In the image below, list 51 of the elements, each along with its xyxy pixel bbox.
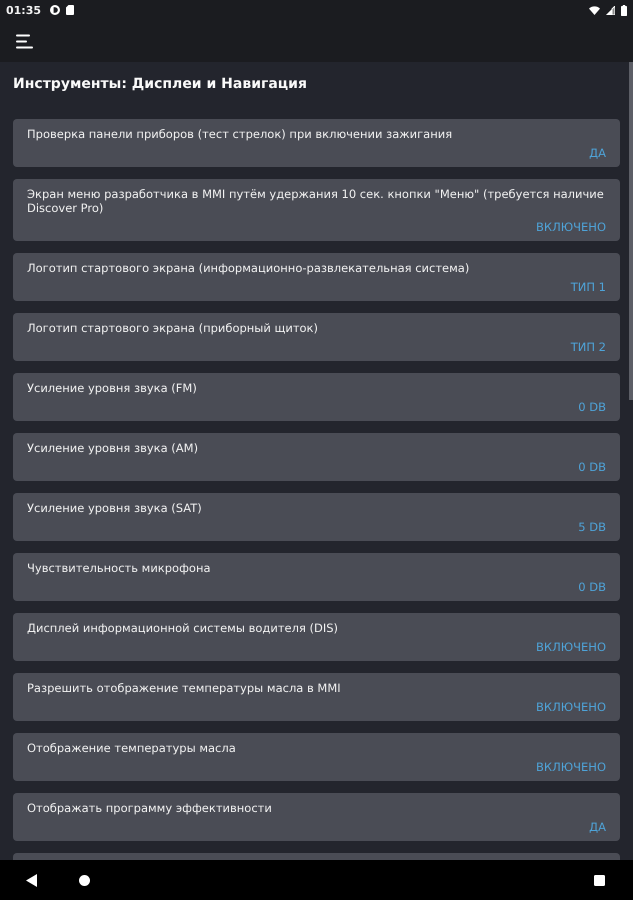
settings-card[interactable]: Усиление уровня звука (AM) 0 DB	[13, 433, 620, 481]
setting-value: ВКЛЮЧЕНО	[536, 220, 606, 234]
menu-button[interactable]	[14, 32, 35, 50]
back-icon	[26, 874, 37, 886]
setting-value: ВКЛЮЧЕНО	[536, 760, 606, 774]
settings-card[interactable]: Чувствительность микрофона 0 DB	[13, 553, 620, 601]
recents-button[interactable]	[594, 874, 605, 886]
setting-label: Усиление уровня звука (SAT)	[27, 501, 202, 515]
back-button[interactable]	[26, 874, 37, 886]
home-button[interactable]	[79, 874, 90, 886]
settings-card[interactable]: Логотип стартового экрана (приборный щиток) ТИП 2	[13, 313, 620, 361]
wifi-icon	[589, 6, 600, 14]
setting-label: Экран меню разработчика в MMI путём удержания 10 сек. кнопки "Меню" (требуется наличие Discover Pro)	[27, 187, 605, 215]
setting-label: Логотип стартового экрана (информационно-развлекательная система)	[27, 261, 470, 275]
recents-icon	[594, 874, 605, 886]
setting-label: Чувствительность микрофона	[27, 561, 211, 575]
home-icon	[79, 874, 90, 886]
setting-label: Усиление уровня звука (AM)	[27, 441, 198, 455]
signal-icon	[606, 6, 615, 14]
page-title: Инструменты: Дисплеи и Навигация	[13, 75, 307, 93]
setting-value: 0 DB	[578, 580, 606, 594]
setting-label: Проверка панели приборов (тест стрелок) при включении зажигания	[27, 127, 452, 141]
settings-card[interactable]: Разрешить отображение температуры масла в MMI ВКЛЮЧЕНО	[13, 673, 620, 721]
status-time: 01:35	[6, 4, 42, 16]
setting-label: Усиление уровня звука (FM)	[27, 381, 197, 395]
setting-label: Отображать программу эффективности	[27, 801, 272, 815]
setting-value: 0 DB	[578, 460, 606, 474]
setting-label: Отображение температуры масла	[27, 741, 236, 755]
setting-value: ТИП 1	[570, 280, 606, 294]
setting-label: Разрешить отображение температуры масла в MMI	[27, 681, 341, 695]
settings-card[interactable]: Усиление уровня звука (FM) 0 DB	[13, 373, 620, 421]
settings-card[interactable]: Экран меню разработчика в MMI путём удержания 10 сек. кнопки "Меню" (требуется наличие Discover Pro) ВКЛЮЧЕНО	[13, 179, 620, 241]
setting-value: ДА	[589, 820, 606, 834]
setting-label: Дисплей информационной системы водителя (DIS)	[27, 621, 338, 635]
settings-card[interactable]: Дисплей информационной системы водителя (DIS) ВКЛЮЧЕНО	[13, 613, 620, 661]
settings-card[interactable]: Проверка панели приборов (тест стрелок) при включении зажигания ДА	[13, 119, 620, 167]
settings-card[interactable]: Отображать программу эффективности ДА	[13, 793, 620, 841]
settings-card[interactable]: Усиление уровня звука (SAT) 5 DB	[13, 493, 620, 541]
setting-value: 5 DB	[578, 520, 606, 534]
setting-value: ТИП 2	[570, 340, 606, 354]
sd-card-icon	[66, 5, 74, 15]
settings-card[interactable]: Отображение температуры масла ВКЛЮЧЕНО	[13, 733, 620, 781]
menu-icon	[16, 34, 33, 48]
battery-icon	[621, 4, 627, 16]
setting-label: Логотип стартового экрана (приборный щиток)	[27, 321, 318, 335]
setting-value: ВКЛЮЧЕНО	[536, 700, 606, 714]
app-notification-icon	[50, 5, 60, 15]
setting-value: ВКЛЮЧЕНО	[536, 640, 606, 654]
settings-card[interactable]: Логотип стартового экрана (информационно-развлекательная система) ТИП 1	[13, 253, 620, 301]
setting-value: 0 DB	[578, 400, 606, 414]
setting-value: ДА	[589, 146, 606, 160]
